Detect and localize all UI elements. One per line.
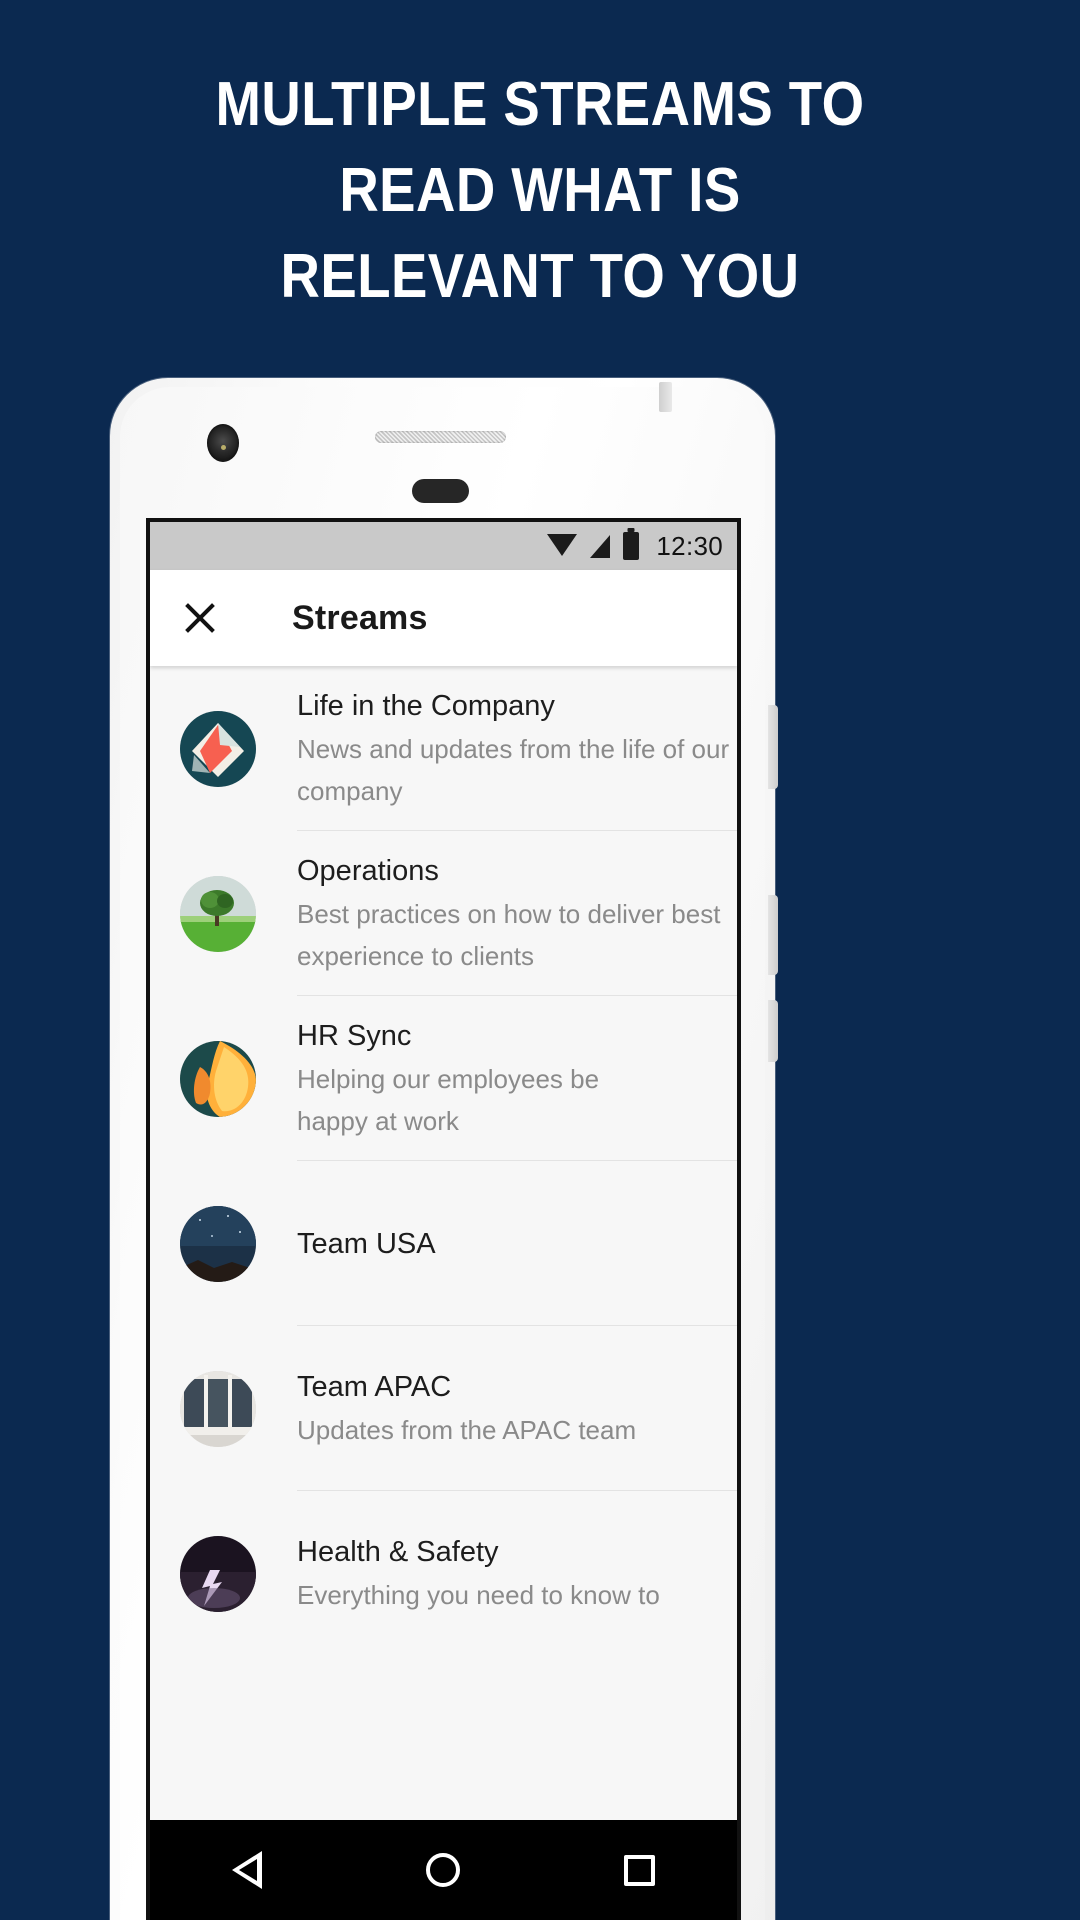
signal-icon	[590, 534, 611, 558]
headline-line-1: MULTIPLE STREAMS TO	[215, 70, 865, 139]
list-item-text: Team APAC Updates from the APAC team	[297, 1367, 642, 1451]
promo-screenshot: MULTIPLE STREAMS TO READ WHAT IS RELEVAN…	[0, 0, 1080, 1920]
android-nav-bar	[150, 1820, 737, 1920]
status-bar: 12:30	[150, 522, 737, 570]
earpiece-speaker-icon	[375, 431, 506, 443]
list-item-subtitle: Best practices on how to deliver best ex…	[297, 898, 721, 971]
back-button[interactable]	[232, 1851, 262, 1889]
orange-flame-icon	[180, 1040, 256, 1117]
app-bar: Streams	[150, 570, 737, 666]
lone-tree-field-icon	[180, 875, 256, 952]
list-item-subtitle: Updates from the APAC team	[297, 1414, 637, 1445]
front-camera-icon	[207, 424, 239, 462]
home-button[interactable]	[426, 1853, 460, 1887]
headline-line-3: RELEVANT TO YOU	[280, 242, 800, 311]
volume-down-button[interactable]	[768, 895, 778, 975]
lightning-storm-icon	[180, 1535, 256, 1612]
list-item-text: Team USA	[297, 1224, 442, 1264]
page-title: Streams	[292, 598, 428, 637]
side-button[interactable]	[768, 1000, 778, 1062]
list-item-title: Health & Safety	[297, 1535, 499, 1568]
list-item-text: Health & Safety Everything you need to k…	[297, 1532, 666, 1616]
streams-list[interactable]: Life in the Company News and updates fro…	[150, 666, 737, 1920]
list-item-title: HR Sync	[297, 1019, 412, 1052]
volume-up-button[interactable]	[768, 705, 778, 789]
list-item-subtitle: News and updates from the life of our co…	[297, 733, 730, 806]
wifi-icon	[547, 534, 578, 556]
list-item-subtitle: Helping our employees be happy at work	[297, 1063, 600, 1136]
list-item-title: Life in the Company	[297, 689, 555, 722]
phone-screen: 12:30 Streams Life in the Company News a…	[146, 518, 741, 1920]
list-item[interactable]: HR Sync Helping our employees be happy a…	[180, 996, 737, 1161]
night-sky-icon	[180, 1205, 256, 1282]
list-item-title: Team APAC	[297, 1370, 452, 1403]
power-button[interactable]	[659, 382, 672, 412]
origami-red-paper-icon	[180, 710, 256, 787]
headline-line-2: READ WHAT IS	[339, 156, 741, 225]
list-item-text: Operations Best practices on how to deli…	[297, 851, 726, 977]
list-item[interactable]: Health & Safety Everything you need to k…	[180, 1491, 737, 1656]
list-item-text: Life in the Company News and updates fro…	[297, 686, 735, 812]
list-item-subtitle: Everything you need to know to	[297, 1579, 660, 1610]
building-windows-icon	[180, 1370, 256, 1447]
status-time: 12:30	[656, 530, 723, 561]
list-item[interactable]: Team APAC Updates from the APAC team	[180, 1326, 737, 1491]
recents-button[interactable]	[624, 1854, 655, 1886]
close-icon[interactable]	[180, 598, 220, 638]
list-item-text: HR Sync Helping our employees be happy a…	[297, 1016, 605, 1142]
list-item[interactable]: Operations Best practices on how to deli…	[180, 831, 737, 996]
list-item-title: Team USA	[297, 1227, 436, 1260]
battery-icon	[623, 532, 640, 560]
sensor-pill-icon	[412, 479, 469, 503]
list-item-title: Operations	[297, 854, 439, 887]
promo-headline: MULTIPLE STREAMS TO READ WHAT IS RELEVAN…	[65, 62, 1015, 320]
list-item[interactable]: Life in the Company News and updates fro…	[180, 666, 737, 831]
list-item[interactable]: Team USA	[180, 1161, 737, 1326]
